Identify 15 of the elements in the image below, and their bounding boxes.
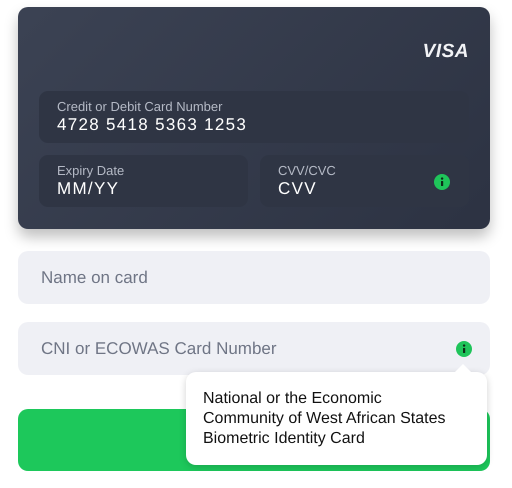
field-value: 4728 5418 5363 1253 xyxy=(57,114,248,136)
placeholder-text: MM/YY xyxy=(57,178,120,200)
card-field[interactable]: Expiry Date MM/YY xyxy=(39,155,248,207)
placeholder-text: Name on card xyxy=(41,268,148,288)
placeholder-text: CVV xyxy=(278,178,318,200)
field-label: Credit or Debit Card Number xyxy=(57,99,224,114)
field-label: CVV/CVC xyxy=(278,163,336,178)
placeholder-text: CNI or ECOWAS Card Number xyxy=(41,338,277,358)
info-icon[interactable] xyxy=(456,340,472,356)
tooltip-text: National or the Economic Community of West African States Biometric Identity Card xyxy=(203,389,446,449)
input-field[interactable]: CNI or ECOWAS Card Number xyxy=(18,322,490,375)
info-icon[interactable] xyxy=(434,174,450,190)
visa-logo: VISA xyxy=(422,41,469,63)
input-field[interactable]: Name on card xyxy=(18,251,490,304)
field-label: Expiry Date xyxy=(57,163,124,178)
